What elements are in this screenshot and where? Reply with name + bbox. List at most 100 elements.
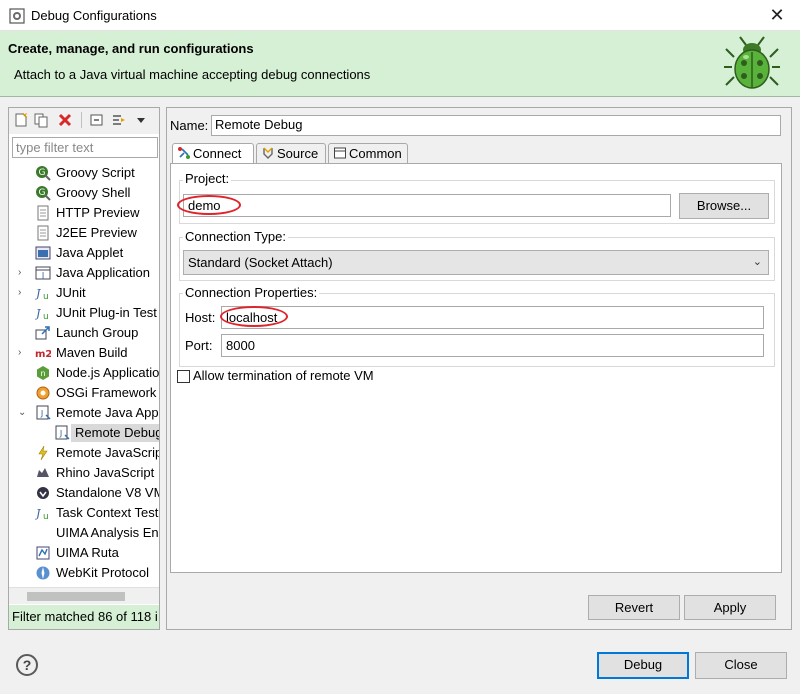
apply-button[interactable]: Apply (684, 595, 776, 620)
tree-item-label: Groovy Script (56, 165, 135, 180)
ruta-icon (36, 546, 50, 560)
revert-button[interactable]: Revert (588, 595, 680, 620)
delete-icon[interactable] (57, 112, 73, 128)
junit-icon: Ju (35, 287, 49, 301)
tree-item[interactable]: HTTP Preview (9, 203, 159, 223)
chevron-right-icon[interactable]: › (18, 283, 28, 303)
debug-button[interactable]: Debug (597, 652, 689, 679)
tree-item[interactable]: UIMA Analysis Eng (9, 523, 159, 543)
tree-item-label: JUnit (56, 285, 86, 300)
tree-item[interactable]: J Remote Debug (9, 423, 159, 443)
scrollbar-thumb[interactable] (27, 592, 125, 601)
tab-label: Source (277, 146, 319, 161)
config-tabs: Connect Source Common (170, 143, 782, 164)
svg-text:J: J (40, 409, 43, 418)
debug-app-icon (9, 8, 25, 24)
highlight-annotation (177, 195, 241, 215)
page-icon (37, 225, 49, 241)
collapse-all-icon[interactable] (89, 112, 105, 128)
new-config-icon[interactable] (13, 112, 29, 128)
duplicate-icon[interactable] (33, 112, 49, 128)
tree-item[interactable]: Standalone V8 VM (9, 483, 159, 503)
groovy-icon: G (36, 186, 51, 201)
tree-item[interactable]: UIMA Ruta (9, 543, 159, 563)
tree-item[interactable]: J2EE Preview (9, 223, 159, 243)
allow-termination-label: Allow termination of remote VM (193, 368, 374, 383)
common-icon (334, 147, 346, 159)
header-title: Create, manage, and run configurations (8, 41, 254, 56)
svg-text:u: u (43, 312, 49, 321)
configuration-editor-panel: Name: Remote Debug Connect Source Common (166, 107, 792, 630)
port-label: Port: (185, 338, 213, 353)
tree-item[interactable]: G Groovy Script (9, 163, 159, 183)
tree-item-label: Maven Build (56, 345, 128, 360)
allow-termination-checkbox[interactable] (177, 370, 190, 383)
tree-item-label: Standalone V8 VM (56, 485, 159, 500)
tree-item[interactable]: OSGi Framework (9, 383, 159, 403)
tree-item-label: OSGi Framework (56, 385, 157, 400)
tree-item[interactable]: ⌄ J Remote Java Appl (9, 403, 159, 423)
remote-java-icon: J (55, 425, 70, 440)
filter-icon[interactable] (111, 112, 127, 128)
v8-icon (37, 487, 49, 499)
filter-input[interactable] (12, 137, 158, 158)
tree-item-label: Node.js Applicatio (56, 365, 159, 380)
config-toolbar (9, 108, 159, 134)
window-close-button[interactable]: ✕ (754, 0, 800, 30)
tree-item[interactable]: › Ju JUnit (9, 283, 159, 303)
tree-item[interactable]: Rhino JavaScript (9, 463, 159, 483)
tab-connect[interactable]: Connect (172, 143, 254, 164)
chevron-right-icon[interactable]: › (18, 263, 28, 283)
chevron-down-icon[interactable]: ⌄ (18, 403, 28, 423)
view-menu-icon[interactable] (133, 112, 149, 128)
tree-item-label: Java Applet (56, 245, 124, 260)
applet-icon (35, 246, 51, 260)
host-input[interactable]: localhost (221, 306, 764, 329)
browse-button[interactable]: Browse... (679, 193, 769, 219)
tree-item[interactable]: Ju JUnit Plug-in Test (9, 303, 159, 323)
tree-item[interactable]: Ju Task Context Test (9, 503, 159, 523)
port-input[interactable]: 8000 (221, 334, 764, 357)
webkit-icon (36, 566, 50, 580)
connection-type-select[interactable]: Standard (Socket Attach) ⌄ (183, 250, 769, 275)
tree-item[interactable]: › J Java Application (9, 263, 159, 283)
tree-item[interactable]: › m2 Maven Build (9, 343, 159, 363)
tree-horizontal-scrollbar[interactable] (9, 587, 159, 604)
bug-icon (724, 36, 780, 89)
tree-item-label: UIMA Analysis Eng (56, 525, 159, 540)
name-label: Name: (170, 118, 209, 133)
window-title: Debug Configurations (31, 8, 157, 23)
highlight-annotation (220, 306, 288, 327)
project-input[interactable]: demo (183, 194, 671, 217)
title-bar: Debug Configurations ✕ (0, 0, 800, 31)
svg-text:J: J (35, 287, 41, 300)
tree-item[interactable]: Launch Group (9, 323, 159, 343)
name-input[interactable]: Remote Debug (211, 115, 781, 136)
configuration-list-panel: G Groovy Script G Groovy Shell HTTP Preview J… (8, 107, 160, 630)
tab-common[interactable]: Common (328, 143, 408, 163)
tree-item-label: Rhino JavaScript (56, 465, 155, 480)
tree-item[interactable]: Remote JavaScript (9, 443, 159, 463)
tree-item[interactable]: Java Applet (9, 243, 159, 263)
toolbar-separator (81, 112, 82, 128)
tab-source[interactable]: Source (256, 143, 326, 163)
junit-icon: Ju (35, 307, 49, 321)
help-icon[interactable]: ? (16, 654, 38, 676)
svg-text:J: J (35, 307, 41, 320)
source-icon (263, 147, 273, 159)
svg-text:J: J (41, 271, 44, 280)
close-button[interactable]: Close (695, 652, 787, 679)
tree-item-label: Remote Debug (75, 425, 159, 440)
chevron-right-icon[interactable]: › (18, 343, 28, 363)
dialog-header: Create, manage, and run configurations A… (0, 31, 800, 97)
tree-item[interactable]: WebKit Protocol (9, 563, 159, 583)
tree-item[interactable]: G Groovy Shell (9, 183, 159, 203)
svg-text:J: J (35, 507, 41, 520)
header-subtitle: Attach to a Java virtual machine accepti… (14, 67, 371, 82)
tree-item-label: UIMA Ruta (56, 545, 119, 560)
tree-item[interactable]: n Node.js Applicatio (9, 363, 159, 383)
remote-java-icon: J (36, 405, 51, 420)
groovy-icon: G (36, 166, 51, 181)
connection-type-value: Standard (Socket Attach) (188, 255, 333, 270)
svg-text:u: u (43, 292, 49, 301)
